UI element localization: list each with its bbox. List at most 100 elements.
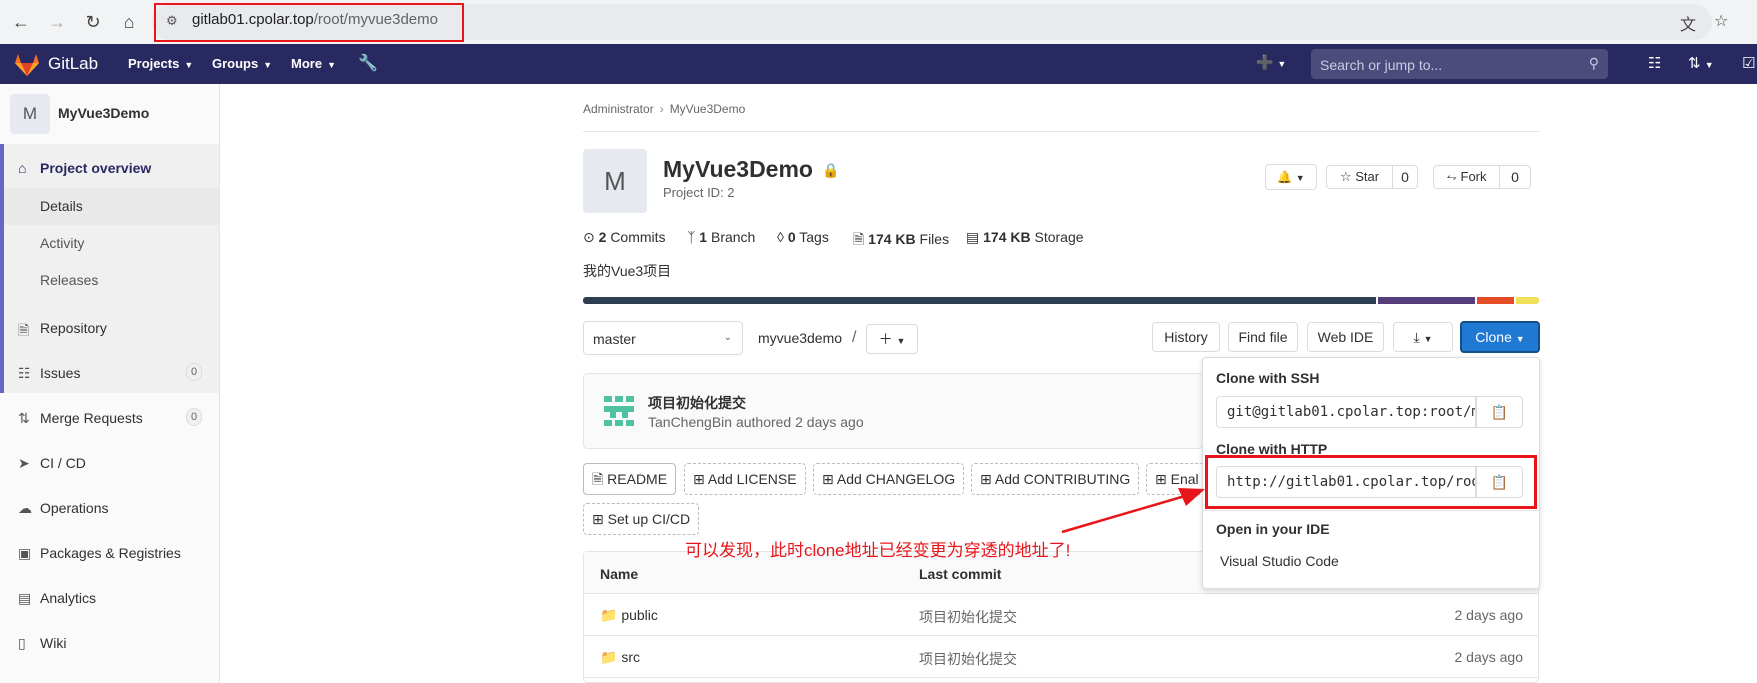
- arrow-line: [1061, 494, 1186, 534]
- issues-icon[interactable]: ☷: [1648, 54, 1661, 72]
- clone-button[interactable]: Clone ▼: [1460, 321, 1540, 353]
- enable-button[interactable]: ⊞ Enal: [1146, 463, 1206, 495]
- table-row[interactable]: 📁 src 项目初始化提交 2 days ago: [584, 636, 1538, 678]
- add-license-button[interactable]: ⊞ Add LICENSE: [684, 463, 806, 495]
- new-plus-icon[interactable]: ➕ ▼: [1256, 54, 1286, 71]
- column-header-name: Name: [600, 566, 639, 582]
- gitlab-navbar: GitLab Projects ▼ Groups ▼ More ▼ 🔧 ➕ ▼ Sea…: [0, 44, 1757, 84]
- breadcrumb-parent[interactable]: Administrator: [583, 102, 654, 116]
- sidebar-item-details[interactable]: Details: [4, 188, 219, 225]
- open-ide-label: Open in your IDE: [1216, 521, 1330, 537]
- add-changelog-button[interactable]: ⊞ Add CHANGELOG: [813, 463, 965, 495]
- home-icon[interactable]: ⌂: [118, 11, 140, 33]
- fork-button[interactable]: ⥊ Fork: [1433, 165, 1500, 189]
- readme-button[interactable]: 🗎 README: [583, 463, 677, 495]
- gitlab-logo-icon[interactable]: [14, 53, 40, 77]
- column-header-last-commit: Last commit: [919, 566, 1002, 582]
- file-icon: 🗎: [853, 231, 865, 247]
- web-ide-button[interactable]: Web IDE: [1307, 322, 1384, 352]
- project-id: Project ID: 2: [663, 185, 735, 200]
- user-identicon-avatar[interactable]: [600, 392, 638, 430]
- find-file-button[interactable]: Find file: [1228, 322, 1298, 352]
- clone-ssh-label: Clone with SSH: [1216, 370, 1320, 386]
- history-button[interactable]: History: [1152, 322, 1220, 352]
- row-time: 2 days ago: [1454, 607, 1524, 623]
- branch-label: Branch: [710, 229, 756, 245]
- readme-label: README: [607, 471, 668, 487]
- project-sidebar: M MyVue3Demo ⌂ Project overview Details …: [0, 84, 220, 683]
- storage-num: 174 KB: [983, 229, 1031, 245]
- star-button[interactable]: ☆ Star: [1326, 165, 1393, 189]
- commits-stat[interactable]: ⊙ 2 Commits: [583, 229, 666, 246]
- commits-label: Commits: [610, 229, 666, 245]
- branch-stat[interactable]: ᛉ 1 Branch: [687, 229, 755, 245]
- forward-arrow-icon[interactable]: →: [46, 11, 68, 33]
- commit-icon: ⊙: [583, 229, 595, 245]
- page-title: MyVue3Demo: [663, 156, 813, 182]
- sidebar-item-label: Details: [40, 198, 83, 214]
- cloud-gear-icon: ☁: [18, 500, 32, 516]
- folder-name[interactable]: 📁 public: [600, 607, 658, 624]
- nav-groups[interactable]: Groups ▼: [212, 56, 272, 71]
- sidebar-item-releases[interactable]: Releases: [4, 262, 219, 299]
- todo-icon[interactable]: ☑: [1742, 54, 1755, 72]
- download-dropdown[interactable]: ⤓ ▼: [1393, 322, 1453, 352]
- folder-icon: 📁: [600, 649, 618, 665]
- search-icon: ⚲: [1588, 55, 1599, 71]
- files-stat[interactable]: 🗎 174 KB Files: [853, 229, 949, 253]
- repo-path[interactable]: myvue3demo: [758, 330, 842, 346]
- sidebar-item-wiki[interactable]: ▯ Wiki: [0, 623, 219, 663]
- dropdown-divider: [1203, 510, 1539, 511]
- notification-dropdown[interactable]: 🔔 ▼: [1265, 164, 1317, 190]
- vscode-menu-item[interactable]: Visual Studio Code: [1220, 553, 1339, 569]
- storage-stat[interactable]: ▤ 174 KB Storage: [966, 229, 1084, 246]
- setup-cicd-button[interactable]: ⊞ Set up CI/CD: [583, 503, 700, 535]
- sidebar-item-activity[interactable]: Activity: [4, 225, 219, 262]
- commit-title[interactable]: 项目初始化提交: [648, 393, 746, 413]
- folder-name[interactable]: 📁 src: [600, 649, 640, 666]
- nav-more[interactable]: More ▼: [291, 56, 336, 71]
- tag-icon: ◊: [777, 229, 784, 245]
- setup-cicd-label: Set up CI/CD: [607, 511, 691, 527]
- back-arrow-icon[interactable]: ←: [10, 11, 32, 33]
- gitlab-brand[interactable]: GitLab: [48, 54, 98, 74]
- merge-requests-icon[interactable]: ⇅ ▼: [1688, 54, 1714, 72]
- sidebar-item-merge-requests[interactable]: ⇅ Merge Requests 0: [0, 398, 219, 438]
- bell-icon: 🔔: [1277, 170, 1293, 184]
- row-commit[interactable]: 项目初始化提交: [919, 649, 1017, 669]
- nav-projects[interactable]: Projects ▼: [128, 56, 193, 71]
- http-highlight-box: [1205, 455, 1537, 509]
- sidebar-item-operations[interactable]: ☁ Operations: [0, 488, 219, 528]
- branch-select[interactable]: master ⌄: [583, 321, 743, 355]
- translate-icon[interactable]: 文: [1680, 11, 1696, 35]
- breadcrumb-current[interactable]: MyVue3Demo: [670, 102, 746, 116]
- sidebar-item-repository[interactable]: 🗎 Repository: [0, 308, 219, 348]
- reload-icon[interactable]: ↻: [82, 11, 104, 33]
- row-commit[interactable]: 项目初始化提交: [919, 607, 1017, 627]
- sidebar-item-ci-cd[interactable]: ➤ CI / CD: [0, 443, 219, 483]
- sidebar-item-issues[interactable]: ☷ Issues 0: [0, 353, 219, 393]
- sidebar-item-analytics[interactable]: ▤ Analytics: [0, 578, 219, 618]
- search-input[interactable]: Search or jump to... ⚲: [1311, 49, 1608, 79]
- sidebar-item-project-overview[interactable]: ⌂ Project overview: [0, 148, 219, 188]
- star-count[interactable]: 0: [1392, 165, 1418, 189]
- table-row[interactable]: 📁 public 项目初始化提交 2 days ago: [584, 594, 1538, 636]
- tags-stat[interactable]: ◊ 0 Tags: [777, 229, 829, 245]
- document-icon: 🗎: [18, 322, 30, 338]
- sidebar-item-packages[interactable]: ▣ Packages & Registries: [0, 533, 219, 573]
- bookmark-star-icon[interactable]: ☆: [1714, 11, 1728, 31]
- admin-wrench-icon[interactable]: 🔧: [358, 53, 378, 73]
- add-file-dropdown[interactable]: ＋ ▼: [866, 324, 918, 354]
- chart-icon: ▤: [18, 590, 32, 606]
- sidebar-item-label: Packages & Registries: [40, 545, 181, 561]
- fork-count[interactable]: 0: [1499, 165, 1531, 189]
- tags-num: 0: [787, 229, 796, 245]
- copy-ssh-button[interactable]: 📋: [1476, 396, 1523, 428]
- folder-label: public: [621, 607, 658, 623]
- chevron-down-icon: ▼: [1515, 334, 1525, 344]
- count-badge: 0: [186, 408, 202, 426]
- package-icon: ▣: [18, 545, 32, 561]
- ssh-url-field[interactable]: git@gitlab01.cpolar.top:root/myvue3demo.…: [1216, 396, 1476, 428]
- add-contributing-button[interactable]: ⊞ Add CONTRIBUTING: [971, 463, 1140, 495]
- branch-icon: ᛉ: [687, 229, 696, 245]
